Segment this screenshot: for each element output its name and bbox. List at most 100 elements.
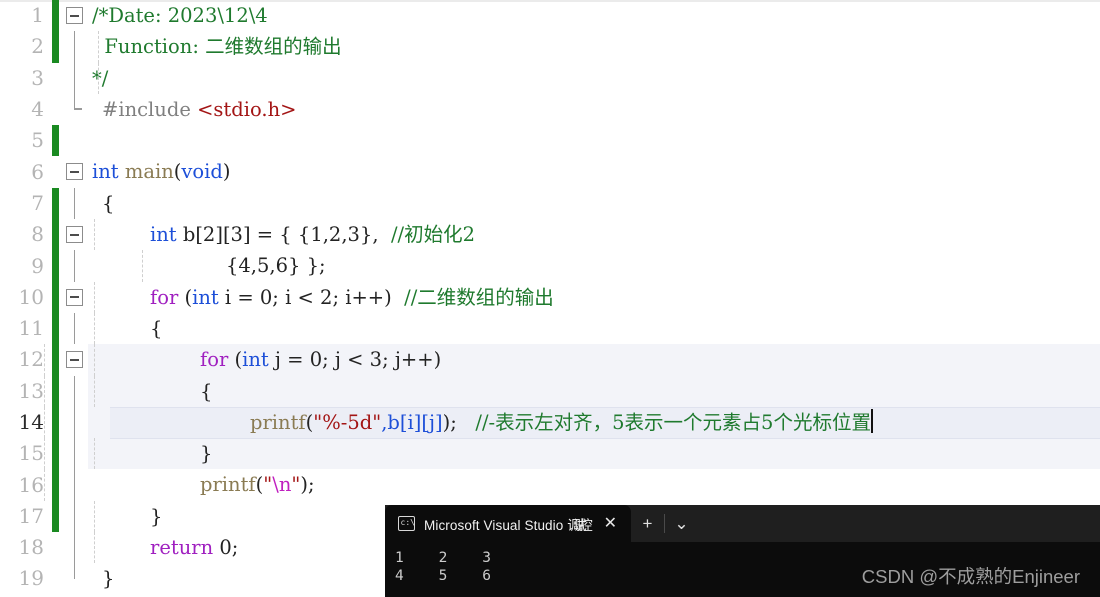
change-bar-column: [48, 156, 62, 187]
line-number: 13: [18, 378, 44, 403]
code-line-1[interactable]: 1 /*Date: 2023\12\4: [0, 0, 1100, 32]
line-number: 7: [31, 190, 44, 215]
change-bar-column: [48, 563, 62, 594]
code-text: {4,5,6} };: [88, 250, 1100, 282]
paren-open: (: [228, 348, 243, 372]
code-line-11[interactable]: 11 {: [0, 312, 1100, 345]
new-tab-icon[interactable]: +: [631, 505, 664, 542]
fold-toggle-icon[interactable]: [66, 351, 83, 369]
preprocessor-directive: #include: [102, 97, 198, 121]
fold-column[interactable]: [62, 0, 88, 31]
code-line-3[interactable]: 3 */: [0, 62, 1100, 94]
indent-guide: [44, 438, 45, 470]
close-icon[interactable]: ✕: [598, 515, 623, 532]
code-line-6[interactable]: 6 int main(void): [0, 156, 1100, 187]
fold-column[interactable]: [62, 125, 88, 156]
fold-column[interactable]: [62, 500, 88, 533]
code-text: {: [88, 312, 1100, 345]
fold-column[interactable]: [62, 532, 88, 564]
change-bar-column: [48, 375, 62, 407]
chevron-down-icon[interactable]: ⌄: [665, 505, 698, 542]
fold-toggle-icon[interactable]: [66, 226, 83, 244]
code-line-16[interactable]: 16 printf("\n");: [0, 469, 1100, 501]
code-text: #include <stdio.h>: [88, 94, 1100, 125]
fold-column[interactable]: [62, 406, 88, 439]
line-number: 10: [18, 284, 44, 309]
screenshot-root: 1 /*Date: 2023\12\4 2 Function: 二维数组的输出 …: [0, 0, 1100, 597]
format-string: "%-5d": [313, 410, 382, 434]
fold-column[interactable]: [62, 282, 88, 313]
keyword-for: for: [200, 348, 229, 372]
code-line-2[interactable]: 2 Function: 二维数组的输出: [0, 31, 1100, 63]
code-line-10[interactable]: 10 for (int i = 0; i < 2; i++) //二维数组的输出: [0, 281, 1100, 313]
line-number: 14: [18, 410, 44, 434]
code-line-12[interactable]: 12 for (int j = 0; j < 3; j++): [0, 344, 1100, 376]
fold-column[interactable]: [62, 563, 88, 594]
fold-column[interactable]: [62, 219, 88, 250]
fold-toggle-icon[interactable]: [66, 163, 83, 181]
fold-column[interactable]: [62, 250, 88, 282]
keyword-for: for: [150, 285, 179, 309]
code-line-15[interactable]: 15 }: [0, 438, 1100, 470]
console-icon: [398, 516, 415, 531]
console-tab[interactable]: Microsoft Visual Studio 调试控 ✕: [385, 505, 631, 542]
code-line-8[interactable]: 8 int b[2][3] = { {1,2,3}, //初始化2: [0, 219, 1100, 251]
statement-end: );: [300, 473, 315, 497]
comment-text: /*Date: 2023\12\4: [92, 4, 268, 27]
brace: {: [200, 379, 213, 403]
fold-column[interactable]: [62, 469, 88, 501]
fold-column[interactable]: [62, 438, 88, 470]
change-bar-column: [48, 469, 62, 501]
fold-column[interactable]: [62, 344, 88, 375]
line-number: 19: [18, 566, 44, 591]
line-number: 18: [18, 535, 44, 560]
indent-guide: [94, 532, 95, 564]
code-line-7[interactable]: 7 {: [0, 187, 1100, 220]
return-value: 0;: [213, 536, 239, 560]
console-titlebar[interactable]: Microsoft Visual Studio 调试控 ✕ + ⌄: [385, 505, 1100, 542]
code-line-13[interactable]: 13 {: [0, 375, 1100, 407]
printf-argument: ,b[i][j]: [381, 410, 443, 434]
code-line-14[interactable]: 14 printf("%-5d",b[i][j]); //-表示左对齐，5表示一…: [0, 406, 1100, 439]
fold-toggle-icon[interactable]: [66, 288, 83, 306]
change-bar-column: [48, 500, 62, 533]
console-tab-title: Microsoft Visual Studio 调试控: [424, 514, 593, 534]
indent-guide: [142, 250, 143, 282]
comment-text: //二维数组的输出: [404, 285, 554, 309]
code-text: {: [44, 375, 1100, 407]
indent-guide: [98, 31, 99, 63]
indent-guide: [94, 344, 95, 376]
code-line-4[interactable]: 4 #include <stdio.h>: [0, 93, 1100, 125]
indent-guide: [44, 344, 45, 376]
paren-open: (: [178, 285, 193, 309]
fold-toggle-icon[interactable]: [66, 7, 83, 24]
brace: }: [150, 504, 163, 528]
fold-column[interactable]: [62, 375, 88, 407]
fold-column[interactable]: [62, 156, 88, 187]
code-line-9[interactable]: 9 {4,5,6} };: [0, 250, 1100, 282]
change-bar-column: [48, 94, 62, 125]
console-tab-title-cjk: 调试控: [567, 517, 593, 533]
change-bar-column: [48, 532, 62, 563]
code-line-5[interactable]: 5: [0, 125, 1100, 157]
spacing: [457, 411, 476, 434]
line-number: 2: [31, 34, 44, 59]
function-name-printf: printf: [250, 410, 306, 434]
keyword-int: int: [242, 348, 269, 372]
change-bar-column: [48, 0, 62, 32]
paren-close: ): [222, 160, 231, 184]
console-window[interactable]: Microsoft Visual Studio 调试控 ✕ + ⌄ 1 2 34…: [385, 505, 1100, 597]
change-bar-column: [48, 219, 62, 251]
code-text: */: [88, 62, 1100, 94]
code-text: int main(void): [88, 156, 1100, 187]
indent-guide: [94, 375, 95, 407]
fold-column[interactable]: [62, 312, 88, 345]
loop-expression: i = 0; i < 2; i++): [218, 285, 405, 309]
fold-column[interactable]: [62, 62, 88, 94]
text-cursor: [870, 408, 873, 433]
fold-column[interactable]: [62, 187, 88, 220]
escape-sequence: \n: [272, 473, 292, 497]
fold-column[interactable]: [62, 93, 88, 125]
fold-column[interactable]: [62, 31, 88, 63]
